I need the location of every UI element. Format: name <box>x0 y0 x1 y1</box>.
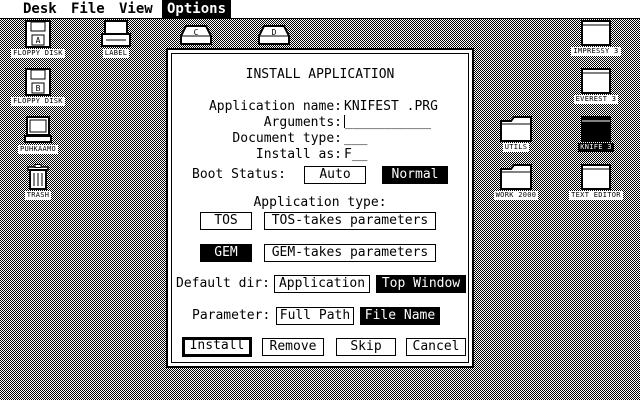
menu-file[interactable]: File <box>66 0 110 18</box>
type-tos-button[interactable]: TOS <box>200 212 252 230</box>
icon-label: TRASH <box>24 191 52 200</box>
dir-application-button[interactable]: Application <box>274 275 370 293</box>
hard-disk-icon: C <box>180 25 212 45</box>
menu-options[interactable]: Options <box>162 0 232 18</box>
parameter-label: Parameter: <box>192 308 271 323</box>
boot-status-label: Boot Status: <box>192 167 286 182</box>
arguments-value: ___________ <box>345 115 432 130</box>
folder-icon <box>500 164 532 190</box>
dir-top-window-button[interactable]: Top Window <box>376 275 466 293</box>
drive-letter: D <box>272 28 277 37</box>
cancel-button[interactable]: Cancel <box>406 338 466 356</box>
icon-label: UTILS <box>502 143 530 152</box>
desktop-icon-puhkaamo[interactable]: PUHKAAMO <box>0 116 76 154</box>
icon-label: PUHKAAMO <box>17 145 59 154</box>
desktop-icon-floppy-a[interactable]: A FLOPPY DISK <box>0 20 76 58</box>
install-as-field[interactable]: F__ <box>344 147 367 163</box>
icon-label: IMPRESSY 3 <box>571 47 621 56</box>
hard-disk-icon: D <box>258 25 290 45</box>
desktop-icon-knife[interactable]: KNIFE 3 <box>558 116 634 152</box>
dialog-title: INSTALL APPLICATION <box>245 67 395 82</box>
desktop-icon-impressy[interactable]: IMPRESSY 3 <box>558 20 634 56</box>
printer-icon <box>101 20 131 47</box>
arguments-field[interactable]: ___________ <box>344 115 431 131</box>
icon-label: EVEREST 3 <box>573 95 619 104</box>
desktop-icon-floppy-b[interactable]: B FLOPPY DISK <box>0 68 76 106</box>
param-full-path-button[interactable]: Full Path <box>276 307 354 325</box>
app-name-value: KNIFEST .PRG <box>344 99 438 114</box>
desktop-icon-work[interactable]: WORK 2000 <box>478 164 554 200</box>
install-application-dialog: INSTALL APPLICATION Application name: KN… <box>166 48 474 368</box>
menu-view[interactable]: View <box>114 0 158 18</box>
drive-letter: C <box>194 28 199 37</box>
icon-label: KNIFE 3 <box>578 143 614 152</box>
type-gem-params-button[interactable]: GEM-takes parameters <box>264 244 436 262</box>
doctype-field[interactable]: ___ <box>344 131 367 147</box>
desktop-icon-label[interactable]: LABEL <box>78 20 154 58</box>
floppy-letter: B <box>36 84 41 93</box>
menu-bar: Desk File View Options <box>0 0 640 19</box>
desktop-icon-text-editor[interactable]: TEXT EDITOR <box>558 164 634 200</box>
app-type-label: Application type: <box>253 195 387 210</box>
window-icon <box>581 68 611 94</box>
floppy-disk-icon: B <box>25 68 51 96</box>
floppy-letter: A <box>36 36 41 45</box>
desktop-icon-everest[interactable]: EVEREST 3 <box>558 68 634 104</box>
desktop-icon-drive-d[interactable]: D <box>236 24 312 46</box>
skip-button[interactable]: Skip <box>336 338 396 356</box>
window-icon <box>581 116 611 142</box>
boot-auto-button[interactable]: Auto <box>304 166 366 184</box>
window-icon <box>581 164 611 190</box>
icon-label: LABEL <box>102 49 130 58</box>
default-dir-label: Default dir: <box>176 276 270 291</box>
type-gem-button[interactable]: GEM <box>200 244 252 262</box>
floppy-disk-icon: A <box>25 20 51 48</box>
icon-label: TEXT EDITOR <box>569 191 623 200</box>
menu-desk[interactable]: Desk <box>18 0 62 18</box>
desktop-icon-utils[interactable]: UTILS <box>478 116 554 152</box>
install-as-label: Install as: <box>255 147 342 162</box>
boot-normal-button[interactable]: Normal <box>382 166 448 184</box>
trash-can-icon <box>27 164 49 190</box>
doctype-label: Document type: <box>232 131 342 146</box>
arguments-label: Arguments: <box>263 115 342 130</box>
folder-icon <box>500 116 532 142</box>
remove-button[interactable]: Remove <box>262 338 324 356</box>
icon-label: WORK 2000 <box>493 191 539 200</box>
desktop-icon-drive-c[interactable]: C <box>158 24 234 46</box>
icon-label: FLOPPY DISK <box>11 49 65 58</box>
icon-label: FLOPPY DISK <box>11 97 65 106</box>
computer-icon <box>24 116 52 143</box>
window-icon <box>581 20 611 46</box>
type-tos-params-button[interactable]: TOS-takes parameters <box>264 212 436 230</box>
param-file-name-button[interactable]: File Name <box>360 307 440 325</box>
install-button[interactable]: Install <box>182 337 252 357</box>
app-name-label: Application name: <box>208 99 342 114</box>
desktop-icon-trash[interactable]: TRASH <box>0 164 76 200</box>
